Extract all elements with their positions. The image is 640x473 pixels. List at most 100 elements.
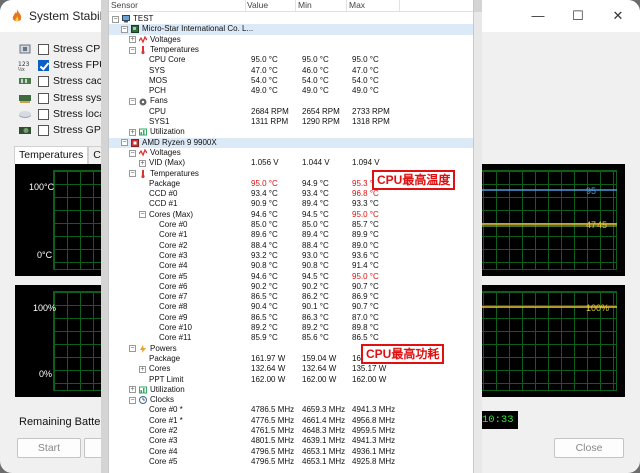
value-minimum: 93.0 °C: [302, 250, 329, 260]
collapse-icon[interactable]: −: [121, 139, 128, 147]
sensor-row[interactable]: Core #0 * 4786.5 MHz 4659.3 MHz 4941.3 MHz: [109, 405, 473, 415]
col-sensor[interactable]: Sensor: [111, 0, 138, 10]
memory-icon: [19, 95, 31, 103]
sensor-row[interactable]: Core #6 90.2 °C 90.2 °C 90.7 °C: [109, 282, 473, 292]
sensor-row[interactable]: − Cores (Max) 94.6 °C 94.5 °C 95.0 °C: [109, 210, 473, 220]
collapse-icon[interactable]: −: [129, 396, 136, 404]
sensor-row[interactable]: PCH 49.0 °C 49.0 °C 49.0 °C: [109, 86, 473, 96]
stress-option[interactable]: Stress cache: [18, 73, 114, 89]
sensor-group-row[interactable]: + Voltages: [109, 34, 473, 45]
sensor-row[interactable]: CPU 2684 RPM 2654 RPM 2733 RPM: [109, 107, 473, 117]
sensor-row[interactable]: SYS1 1311 RPM 1290 RPM 1318 RPM: [109, 117, 473, 127]
collapse-icon[interactable]: −: [139, 211, 146, 219]
sensor-row[interactable]: Core #5 4796.5 MHz 4653.1 MHz 4925.8 MHz: [109, 457, 473, 467]
sensor-row[interactable]: Core #5 94.6 °C 94.5 °C 95.0 °C: [109, 271, 473, 282]
close-window-button[interactable]: ✕: [598, 5, 638, 27]
value-current: 4776.5 MHz: [251, 415, 295, 425]
sensor-row[interactable]: SYS 47.0 °C 46.0 °C 47.0 °C: [109, 66, 473, 76]
col-maximum[interactable]: Max: [349, 0, 365, 10]
collapse-icon[interactable]: −: [129, 98, 136, 106]
stress-checkbox[interactable]: [38, 75, 49, 87]
sensor-row[interactable]: PPT Limit 162.00 W 162.00 W 162.00 W: [109, 375, 473, 385]
value-minimum: 89.2 °C: [302, 323, 329, 332]
sensor-row[interactable]: Core #3 4801.5 MHz 4639.1 MHz 4941.3 MHz: [109, 436, 473, 446]
sensor-group-row[interactable]: − Fans: [109, 96, 473, 106]
stress-checkbox[interactable]: [38, 108, 49, 120]
sensor-group-row[interactable]: − Micro-Star International Co. L...: [109, 24, 473, 35]
sensor-row[interactable]: Core #0 85.0 °C 85.0 °C 85.7 °C: [109, 220, 473, 230]
sensor-row[interactable]: Core #1 89.6 °C 89.4 °C 89.9 °C: [109, 230, 473, 240]
sensor-row[interactable]: Core #2 88.4 °C 88.4 °C 89.0 °C: [109, 241, 473, 251]
expand-icon[interactable]: +: [129, 128, 136, 136]
value-minimum: 94.9 °C: [302, 178, 329, 188]
sensor-name-cell: Core #3: [149, 251, 187, 261]
sensor-group-row[interactable]: − TEST: [109, 14, 473, 24]
sensor-label: Core #4: [159, 261, 188, 271]
col-minimum[interactable]: Min: [298, 0, 312, 10]
sensor-group-row[interactable]: − Temperatures: [109, 44, 473, 55]
close-button[interactable]: Close: [554, 438, 624, 458]
expand-icon[interactable]: +: [139, 159, 146, 167]
sensor-row[interactable]: + VID (Max) 1.056 V 1.044 V 1.094 V: [109, 158, 473, 168]
value-maximum: 87.0 °C: [352, 312, 379, 322]
sensor-row[interactable]: Core #4 90.8 °C 90.8 °C 91.4 °C: [109, 261, 473, 271]
stress-checkbox[interactable]: [38, 43, 49, 55]
sensor-row[interactable]: MOS 54.0 °C 54.0 °C 54.0 °C: [109, 76, 473, 86]
stress-option[interactable]: 123 ½x Stress FPU: [18, 57, 107, 73]
stress-option[interactable]: Stress local: [18, 106, 107, 122]
collapse-icon[interactable]: −: [112, 15, 119, 23]
sensor-label: PCH: [149, 86, 166, 96]
sensor-group-row[interactable]: − Clocks: [109, 395, 473, 405]
sensor-row[interactable]: CPU Core 95.0 °C 95.0 °C 95.0 °C: [109, 55, 473, 65]
sensor-row[interactable]: Core #9 86.5 °C 86.3 °C 87.0 °C: [109, 312, 473, 323]
stress-checkbox[interactable]: [38, 59, 49, 71]
collapse-icon[interactable]: −: [129, 46, 136, 54]
sensor-row[interactable]: Core #7 86.5 °C 86.2 °C 86.9 °C: [109, 292, 473, 302]
sensor-label: Package: [149, 353, 181, 363]
sensor-label: VID (Max): [149, 158, 185, 168]
sensor-group-row[interactable]: + Utilization: [109, 127, 473, 137]
value-current: 94.6 °C: [251, 271, 278, 281]
sensor-group-row[interactable]: − AMD Ryzen 9 9900X: [109, 137, 473, 148]
stress-checkbox[interactable]: [38, 92, 49, 104]
value-current: 86.5 °C: [251, 292, 278, 302]
value-current: 89.2 °C: [251, 323, 278, 332]
maximize-button[interactable]: ☐: [558, 5, 598, 27]
stress-option[interactable]: Stress GPU(: [18, 122, 112, 138]
expand-icon[interactable]: +: [129, 36, 136, 44]
stress-option[interactable]: Stress syste: [18, 90, 110, 106]
collapse-icon[interactable]: −: [121, 25, 128, 33]
minimize-button[interactable]: —: [518, 5, 558, 27]
value-minimum: 89.4 °C: [302, 199, 329, 209]
collapse-icon[interactable]: −: [129, 149, 136, 157]
sensor-group-row[interactable]: − Voltages: [109, 148, 473, 158]
sensor-label: Temperatures: [150, 44, 199, 54]
sensor-group-row[interactable]: + Utilization: [109, 385, 473, 395]
collapse-icon[interactable]: −: [129, 345, 136, 353]
sensor-tree[interactable]: Sensor Value Min Max − TEST − Micro-Star In…: [108, 0, 474, 473]
sensor-row[interactable]: Core #1 * 4776.5 MHz 4661.4 MHz 4956.8 MHz: [109, 415, 473, 426]
temp-sys-value: 47: [586, 220, 597, 230]
sensor-row[interactable]: CCD #0 93.4 °C 93.4 °C 96.8 °C: [109, 189, 473, 199]
expand-icon[interactable]: +: [139, 365, 146, 373]
sensor-label: Core #7: [159, 292, 188, 302]
vertical-scrollbar[interactable]: [474, 12, 482, 473]
sensor-row[interactable]: Core #10 89.2 °C 89.2 °C 89.8 °C: [109, 323, 473, 333]
sensor-row[interactable]: + Cores 132.64 W 132.64 W 135.17 W: [109, 364, 473, 374]
sensor-row[interactable]: Core #4 4796.5 MHz 4653.1 MHz 4936.1 MHz: [109, 447, 473, 457]
value-maximum: 95.0 °C: [352, 271, 379, 281]
sensor-row[interactable]: Core #2 4761.5 MHz 4648.3 MHz 4959.5 MHz: [109, 426, 473, 436]
sensor-row[interactable]: Core #11 85.9 °C 85.6 °C 86.5 °C: [109, 333, 473, 343]
collapse-icon[interactable]: −: [129, 170, 136, 178]
start-button[interactable]: Start: [17, 438, 81, 458]
col-current[interactable]: Value: [247, 0, 268, 10]
gpu-icon: [19, 127, 31, 134]
sensor-row[interactable]: CCD #1 90.9 °C 89.4 °C 93.3 °C: [109, 199, 473, 209]
stress-checkbox[interactable]: [38, 124, 49, 136]
stress-option[interactable]: Stress CPU: [18, 41, 108, 57]
sensor-label: Voltages: [150, 34, 181, 44]
tab-temperatures[interactable]: Temperatures: [14, 146, 89, 164]
sensor-row[interactable]: Core #8 90.4 °C 90.1 °C 90.7 °C: [109, 302, 473, 312]
sensor-row[interactable]: Core #3 93.2 °C 93.0 °C 93.6 °C: [109, 250, 473, 261]
expand-icon[interactable]: +: [129, 386, 136, 394]
